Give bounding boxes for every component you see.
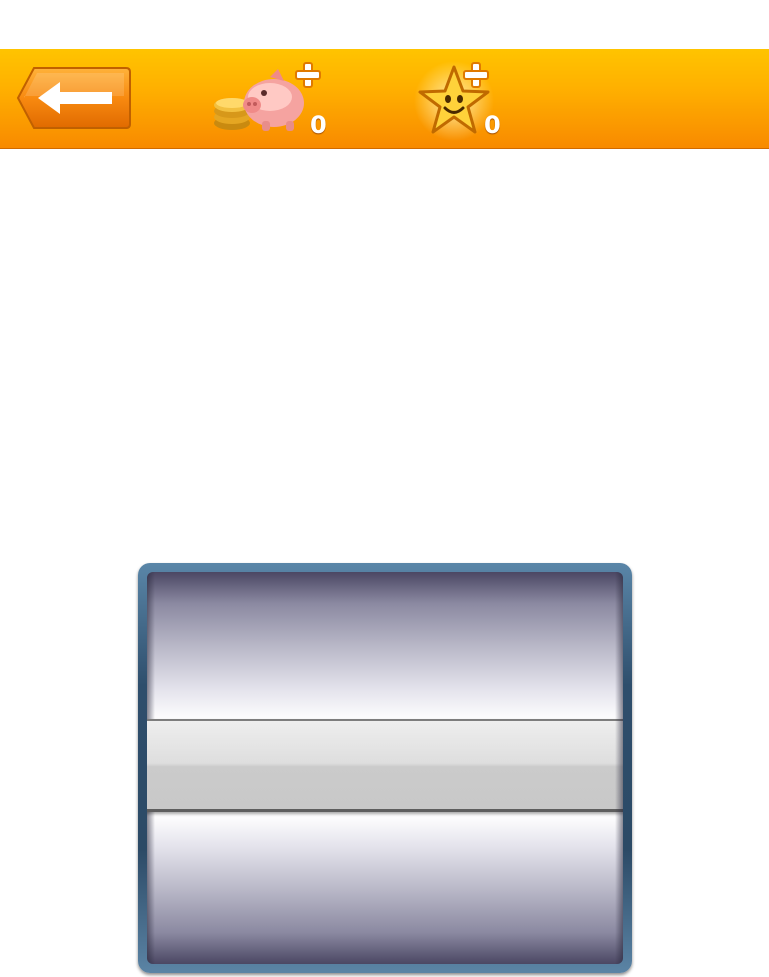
coins-count: 0 <box>310 111 327 139</box>
back-button[interactable] <box>16 66 132 130</box>
stars-count: 0 <box>484 111 501 139</box>
top-bar: 0 0 <box>0 49 769 149</box>
left-arrow-icon <box>16 67 131 129</box>
coins-counter[interactable]: 0 <box>212 59 330 143</box>
picker-selection-bar <box>147 719 623 812</box>
screen: 0 0 <box>0 0 769 977</box>
picker-wheel[interactable] <box>138 563 632 973</box>
stars-counter[interactable]: 0 <box>414 59 506 143</box>
picker-drum[interactable] <box>147 572 623 964</box>
